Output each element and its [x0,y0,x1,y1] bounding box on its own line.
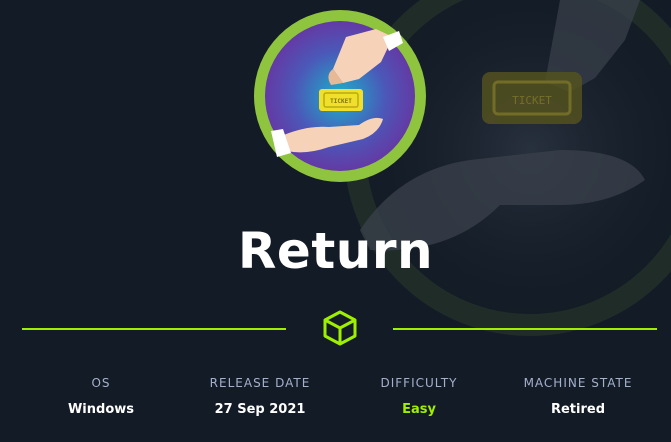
machine-state-stat: MACHINE STATE Retired [508,375,648,418]
difficulty-value: Easy [402,402,436,417]
svg-text:TICKET: TICKET [512,94,552,107]
ticket-text: TICKET [330,98,352,105]
machine-name: Return [237,222,434,280]
divider-line-left [22,328,286,330]
cube-icon [323,310,357,346]
machine-logo: TICKET [254,10,426,182]
release-date-stat: RELEASE DATE 27 Sep 2021 [190,375,330,418]
release-date-value: 27 Sep 2021 [214,402,306,417]
difficulty-stat: DIFFICULTY Easy [354,375,484,418]
os-label: OS [91,376,111,390]
machine-state-label: MACHINE STATE [523,376,633,390]
os-stat: OS Windows [41,375,161,418]
difficulty-label: DIFFICULTY [380,376,458,390]
machine-state-value: Retired [550,402,606,417]
release-date-label: RELEASE DATE [209,376,311,390]
divider-line-right [393,328,657,330]
os-value: Windows [67,402,135,417]
